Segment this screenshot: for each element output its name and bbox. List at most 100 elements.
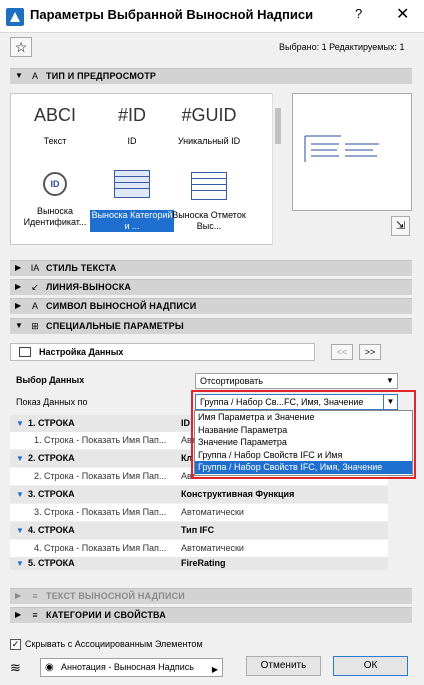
section-label: СИМВОЛ ВЫНОСНОЙ НАДПИСИ xyxy=(46,301,197,311)
selection-info: Выбрано: 1 Редактируемых: 1 xyxy=(279,42,405,52)
preview-icon: A xyxy=(31,71,38,81)
category-table-icon xyxy=(114,170,150,198)
type-caption: Выноска Идентификат... xyxy=(23,206,87,227)
expand-arrow-icon: ▶ xyxy=(15,301,22,310)
title-bar: Параметры Выбранной Выносной Надписи ? ✕ xyxy=(0,0,424,33)
type-glyph: #ID xyxy=(117,105,146,125)
preview-window xyxy=(292,93,412,211)
section-categories[interactable]: ▶ ≡ КАТЕГОРИИ И СВОЙСТВА xyxy=(10,607,412,623)
section-text-style[interactable]: ▶ IA СТИЛЬ ТЕКСТА xyxy=(10,260,412,276)
collapse-arrow-icon: ▼ xyxy=(15,71,23,80)
section-label: СПЕЦИАЛЬНЫЕ ПАРАМЕТРЫ xyxy=(46,321,184,331)
data-settings-panel[interactable]: Настройка Данных xyxy=(10,343,315,361)
leader-line-icon: ↙ xyxy=(31,282,39,292)
label-type-id-callout[interactable]: ID Выноска Идентификат... xyxy=(13,172,97,228)
collapse-arrow-icon: ▼ xyxy=(16,526,24,535)
section-label: ТЕКСТ ВЫНОСНОЙ НАДПИСИ xyxy=(46,591,185,601)
type-glyph: ABCI xyxy=(33,105,76,125)
section-type-preview[interactable]: ▼ A ТИП И ПРЕДПРОСМОТР xyxy=(10,68,412,84)
row-label: 4. Строка - Показать Имя Пап... xyxy=(34,543,167,553)
section-label: ТИП И ПРЕДПРОСМОТР xyxy=(46,71,157,81)
id-callout-icon: ID xyxy=(43,172,67,196)
layers-icon: ≋ xyxy=(10,660,21,675)
row-label: 3. Строка - Показать Имя Пап... xyxy=(34,507,167,517)
collapse-arrow-icon: ▼ xyxy=(16,454,24,463)
layer-select[interactable]: ◉ Аннотация - Выносная Надпись ▶ xyxy=(40,658,223,677)
table-row[interactable]: ▼ 5. СТРОКА FireRating xyxy=(10,557,388,570)
app-icon xyxy=(6,8,24,26)
row-label: 4. СТРОКА xyxy=(28,525,75,535)
section-leader-line[interactable]: ▶ ↙ ЛИНИЯ-ВЫНОСКА xyxy=(10,279,412,295)
data-choice-select[interactable]: Отсортировать ▼ xyxy=(195,373,398,389)
type-caption: Выноска Отметок Выс... xyxy=(172,210,246,231)
highlight-frame xyxy=(191,390,416,479)
show-data-label: Показ Данных по xyxy=(16,397,88,407)
hide-with-element-checkbox[interactable]: ✓ xyxy=(10,639,21,650)
help-button[interactable]: ? xyxy=(355,6,362,21)
scroll-thumb[interactable] xyxy=(275,108,281,144)
row-value: Конструктивная Функция xyxy=(181,489,295,499)
row-label: 2. Строка - Показать Имя Пап... xyxy=(34,471,167,481)
collapse-arrow-icon: ▼ xyxy=(16,419,24,428)
section-label: КАТЕГОРИИ И СВОЙСТВА xyxy=(46,610,167,620)
elevation-table-icon xyxy=(191,172,227,200)
type-caption: Текст xyxy=(43,136,67,146)
label-type-elevation[interactable]: Выноска Отметок Выс... xyxy=(167,172,251,232)
type-caption: ID xyxy=(127,136,137,146)
special-params-icon: ⊞ xyxy=(31,321,39,331)
label-type-guid[interactable]: #GUID Уникальный ID xyxy=(167,102,251,147)
text-style-icon: IA xyxy=(30,263,40,273)
row-value: Автоматически xyxy=(181,543,244,553)
next-page-button[interactable]: >> xyxy=(359,344,381,360)
label-symbol-icon: A xyxy=(31,301,38,311)
table-row[interactable]: ▼ 3. СТРОКА Конструктивная Функция xyxy=(10,486,388,503)
eye-icon: ◉ xyxy=(45,662,54,673)
expand-arrow-icon: ▶ xyxy=(15,591,22,600)
section-label-symbol[interactable]: ▶ A СИМВОЛ ВЫНОСНОЙ НАДПИСИ xyxy=(10,298,412,314)
collapse-arrow-icon: ▼ xyxy=(15,321,23,330)
grid-scrollbar[interactable] xyxy=(272,93,283,245)
table-row[interactable]: 4. Строка - Показать Имя Пап... Автомати… xyxy=(10,540,388,557)
list-icon xyxy=(19,347,31,357)
layer-value: Аннотация - Выносная Надпись xyxy=(61,662,194,672)
preview-toggle-icon[interactable]: ⇲ xyxy=(391,216,410,236)
expand-arrow-icon: ▶ xyxy=(15,610,22,619)
chevron-right-icon: ▶ xyxy=(211,665,219,674)
preview-drawing xyxy=(304,135,379,162)
row-label: 1. СТРОКА xyxy=(28,418,75,428)
label-type-grid: ABCI Текст #ID ID #GUID Уникальный ID ID… xyxy=(10,93,283,245)
expand-arrow-icon: ▶ xyxy=(15,282,22,291)
label-type-text[interactable]: ABCI Текст xyxy=(13,102,97,147)
ok-button[interactable]: ОК xyxy=(333,656,408,676)
row-value: FireRating xyxy=(181,558,226,568)
cancel-button[interactable]: Отменить xyxy=(246,656,321,676)
expand-arrow-icon: ▶ xyxy=(15,263,22,272)
label-type-categories[interactable]: Выноска Категорий и ... xyxy=(90,170,174,232)
data-choice-value: Отсортировать xyxy=(200,376,263,386)
section-label: ЛИНИЯ-ВЫНОСКА xyxy=(46,282,132,292)
type-caption: Уникальный ID xyxy=(177,136,241,146)
row-value: Автоматически xyxy=(181,507,244,517)
row-label: 1. Строка - Показать Имя Пап... xyxy=(34,435,167,445)
section-label: СТИЛЬ ТЕКСТА xyxy=(46,263,117,273)
label-type-id[interactable]: #ID ID xyxy=(90,102,174,147)
table-row[interactable]: ▼ 4. СТРОКА Тип IFC xyxy=(10,522,388,539)
collapse-arrow-icon: ▼ xyxy=(16,490,24,499)
categories-icon: ≡ xyxy=(32,610,38,620)
table-row[interactable]: 3. Строка - Показать Имя Пап... Автомати… xyxy=(10,504,388,521)
close-button[interactable]: ✕ xyxy=(396,4,409,24)
label-text-icon: ≡ xyxy=(32,591,38,601)
data-choice-label: Выбор Данных xyxy=(16,375,85,385)
row-value: Тип IFC xyxy=(181,525,215,535)
type-glyph: #GUID xyxy=(181,105,237,125)
prev-page-button[interactable]: << xyxy=(331,344,353,360)
row-value: ID xyxy=(181,418,190,428)
row-label: 3. СТРОКА xyxy=(28,489,75,499)
collapse-arrow-icon: ▼ xyxy=(16,559,24,568)
type-caption: Выноска Категорий и ... xyxy=(90,210,174,232)
row-label: 2. СТРОКА xyxy=(28,453,75,463)
favorites-star-icon[interactable]: ☆ xyxy=(10,37,32,57)
section-label-text[interactable]: ▶ ≡ ТЕКСТ ВЫНОСНОЙ НАДПИСИ xyxy=(10,588,412,604)
window-title: Параметры Выбранной Выносной Надписи xyxy=(30,7,314,22)
section-special-params[interactable]: ▼ ⊞ СПЕЦИАЛЬНЫЕ ПАРАМЕТРЫ xyxy=(10,318,412,334)
